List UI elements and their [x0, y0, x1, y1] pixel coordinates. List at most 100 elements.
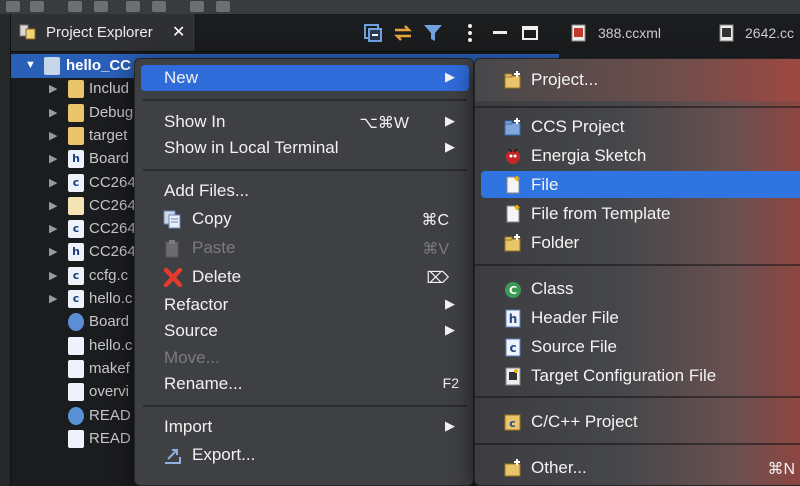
maximize-icon[interactable]: [519, 22, 541, 44]
tree-item-label: hello.c: [89, 290, 133, 307]
tree-item-label: CC264: [89, 173, 136, 191]
tab-editor-2[interactable]: 2642.cc: [719, 14, 800, 51]
menu-item-refactor[interactable]: Refactor ▶: [141, 292, 469, 318]
collapsed-arrow-icon[interactable]: ▶: [49, 245, 57, 258]
new-folder-icon: [504, 234, 521, 252]
left-gutter: [0, 14, 11, 486]
collapsed-arrow-icon[interactable]: ▶: [49, 199, 57, 212]
collapsed-arrow-icon[interactable]: ▶: [49, 152, 57, 165]
collapsed-arrow-icon[interactable]: ▶: [49, 222, 57, 235]
menu-item-delete[interactable]: Delete ⌦: [141, 264, 469, 290]
submenu-item-class[interactable]: C Class: [481, 275, 800, 302]
collapse-all-icon[interactable]: [362, 22, 384, 44]
project-explorer-icon: [19, 24, 36, 40]
submenu-arrow-icon: ▶: [445, 113, 455, 128]
shortcut-label: ⌘C: [421, 212, 449, 229]
submenu-item-label: C/C++ Project: [531, 412, 638, 431]
toolbar-icon[interactable]: [190, 1, 204, 12]
submenu-item-target-configuration-file[interactable]: Target Configuration File: [481, 362, 800, 389]
tree-item-label: Board: [89, 150, 130, 168]
tab-project-explorer[interactable]: Project Explorer ✕: [11, 14, 196, 51]
submenu-item-header-file[interactable]: h Header File: [481, 304, 800, 331]
h-file-icon: h: [68, 150, 84, 169]
menu-item-import[interactable]: Import ▶: [141, 414, 469, 440]
menu-item-show-in[interactable]: Show In ⌥⌘W ▶: [141, 109, 469, 135]
context-menu: New ▶ Show In ⌥⌘W ▶ Show in Local Termin…: [134, 58, 474, 486]
tab-editor-1[interactable]: 388.ccxml: [571, 14, 701, 51]
menu-item-show-in-local-terminal[interactable]: Show in Local Terminal ▶: [141, 135, 469, 161]
menu-item-label: Delete: [192, 267, 242, 286]
menu-item-add-files[interactable]: Add Files...: [141, 178, 469, 204]
menu-separator: [475, 264, 800, 266]
menu-item-paste[interactable]: Paste ⌘V: [141, 235, 469, 261]
menu-item-export[interactable]: Export...: [141, 442, 469, 468]
submenu-item-file-from-template[interactable]: File from Template: [481, 200, 800, 227]
close-icon[interactable]: ✕: [172, 22, 185, 42]
menu-item-copy[interactable]: Copy ⌘C: [141, 206, 469, 232]
tree-item-label: hello.c: [89, 336, 133, 354]
view-menu-icon[interactable]: [459, 22, 481, 44]
menu-item-source[interactable]: Source ▶: [141, 318, 469, 344]
submenu-item-label: Energia Sketch: [531, 146, 647, 165]
submenu-item-label: Source File: [531, 337, 617, 356]
tab-label: 2642.cc: [745, 25, 795, 41]
toolbar-icon[interactable]: [94, 1, 108, 12]
toolbar-icon[interactable]: [152, 1, 166, 12]
submenu-item-source-file[interactable]: c Source File: [481, 333, 800, 360]
submenu-item-label: Target Configuration File: [531, 366, 717, 385]
toolbar-icon[interactable]: [126, 1, 140, 12]
toolbar-icon[interactable]: [216, 1, 230, 12]
tree-item-label: CC264: [89, 243, 136, 261]
submenu-item-other[interactable]: Other... ⌘N: [481, 454, 800, 481]
menu-item-label: Export...: [192, 445, 256, 464]
submenu-item-label: CCS Project: [531, 117, 625, 136]
menu-separator: [475, 106, 800, 108]
collapsed-arrow-icon[interactable]: ▶: [49, 106, 57, 119]
ccxml-icon: [571, 24, 586, 42]
toolbar-icon[interactable]: [68, 1, 82, 12]
c-file-icon: c: [68, 220, 84, 239]
submenu-item-ccs-project[interactable]: CCS Project: [481, 113, 800, 140]
collapsed-arrow-icon[interactable]: ▶: [49, 292, 57, 305]
menu-item-rename[interactable]: Rename... F2: [141, 371, 469, 397]
submenu-item-energia-sketch[interactable]: Energia Sketch: [481, 142, 800, 169]
menu-item-label: Show in Local Terminal: [164, 138, 339, 157]
collapsed-arrow-icon[interactable]: ▶: [49, 129, 57, 142]
tree-item-label: Debug: [89, 103, 134, 121]
collapsed-arrow-icon[interactable]: ▶: [49, 269, 57, 282]
submenu-item-project[interactable]: Project...: [481, 66, 800, 93]
tree-item-label: overvi: [89, 383, 130, 401]
submenu-item-file[interactable]: File: [481, 171, 800, 198]
menu-separator: [143, 405, 467, 407]
tree-item-label: makef: [89, 359, 130, 377]
editor-tabs: 388.ccxml 2642.cc: [559, 14, 800, 51]
edit-file-icon: [68, 196, 84, 215]
submenu-item-folder[interactable]: Folder: [481, 229, 800, 256]
link-with-editor-icon[interactable]: [392, 22, 414, 44]
ccs-project-icon: [504, 118, 521, 136]
menu-item-label: Copy: [192, 209, 232, 228]
menu-item-label: Source: [164, 321, 218, 340]
collapsed-arrow-icon[interactable]: ▶: [49, 82, 57, 95]
collapsed-arrow-icon[interactable]: ▶: [49, 176, 57, 189]
toolbar-icon[interactable]: [30, 1, 44, 12]
submenu-arrow-icon: ▶: [445, 418, 455, 433]
menu-item-new[interactable]: New ▶: [141, 65, 469, 91]
tree-item-label: ccfg.c: [89, 266, 129, 284]
makefile-icon: [68, 359, 84, 378]
cpp-project-icon: c: [504, 414, 521, 431]
new-wizard-icon: [504, 459, 521, 477]
menu-item-move[interactable]: Move...: [141, 345, 469, 371]
expanded-arrow-icon[interactable]: ▼: [25, 59, 36, 71]
h-file-icon: h: [68, 243, 84, 262]
source-file-icon: c: [505, 338, 521, 357]
minimize-icon[interactable]: [489, 22, 511, 44]
filter-icon[interactable]: [422, 22, 444, 44]
submenu-item-label: File: [531, 175, 559, 194]
submenu-item-label: Project...: [531, 70, 599, 89]
submenu-arrow-icon: ▶: [445, 139, 455, 154]
submenu-item-cpp-project[interactable]: c C/C++ Project: [481, 408, 800, 435]
folder-icon: [68, 103, 84, 122]
divider: [11, 51, 559, 52]
toolbar-icon[interactable]: [6, 1, 20, 12]
